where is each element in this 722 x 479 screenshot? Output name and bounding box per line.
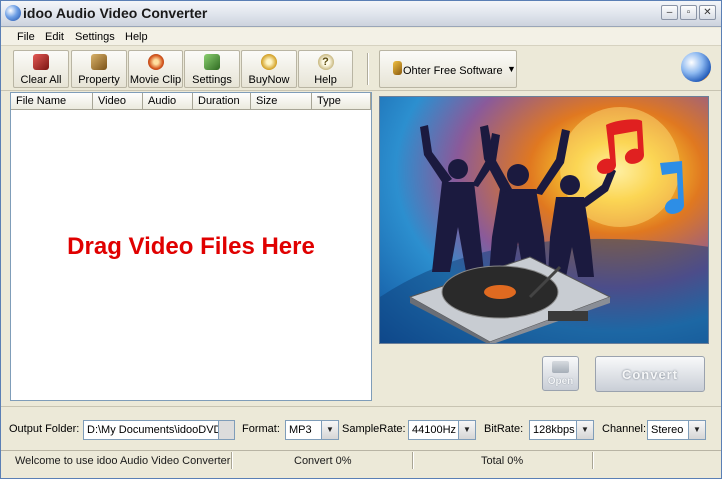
movie-clip-icon xyxy=(147,54,164,70)
channel-select[interactable]: Stereo xyxy=(647,420,689,440)
property-icon xyxy=(91,54,107,70)
bitrate-label: BitRate: xyxy=(484,423,524,435)
status-divider xyxy=(592,452,594,469)
menu-settings[interactable]: Settings xyxy=(75,31,115,43)
status-total-progress: Total 0% xyxy=(481,455,524,467)
title-bar: idoo Audio Video Converter – ▫ ✕ xyxy=(1,1,721,27)
channel-dropdown-button[interactable]: ▼ xyxy=(689,420,706,440)
movie-clip-button[interactable]: Movie Clip xyxy=(128,50,183,88)
maximize-button[interactable]: ▫ xyxy=(680,5,697,20)
format-label: Format: xyxy=(242,423,280,435)
convert-button[interactable]: Convert xyxy=(595,356,705,392)
column-size[interactable]: Size xyxy=(251,93,312,110)
format-select[interactable]: MP3 xyxy=(285,420,322,440)
chevron-down-icon: ▼ xyxy=(507,64,516,74)
output-settings-bar: Output Folder: D:\My Documents\idooDVD\ … xyxy=(1,406,721,448)
status-divider xyxy=(412,452,414,469)
settings-label: Settings xyxy=(192,74,232,86)
other-free-software-label: Ohter Free Software xyxy=(403,65,503,77)
app-logo-icon xyxy=(5,5,21,21)
file-list[interactable]: File Name Video Audio Duration Size Type… xyxy=(10,92,372,401)
open-button[interactable]: Open xyxy=(542,356,579,391)
help-icon: ? xyxy=(317,54,334,70)
samplerate-label: SampleRate: xyxy=(342,423,406,435)
open-label: Open xyxy=(547,376,574,387)
file-list-header: File Name Video Audio Duration Size Type xyxy=(11,93,371,110)
samplerate-dropdown-button[interactable]: ▼ xyxy=(459,420,476,440)
preview-image xyxy=(379,96,709,344)
column-duration[interactable]: Duration xyxy=(193,93,251,110)
column-file-name[interactable]: File Name xyxy=(11,93,93,110)
bitrate-select[interactable]: 128kbps xyxy=(529,420,577,440)
browse-folder-button[interactable] xyxy=(219,420,235,440)
brand-logo-icon[interactable] xyxy=(681,52,711,82)
clear-all-icon xyxy=(33,54,49,70)
property-button[interactable]: Property xyxy=(71,50,127,88)
convert-label: Convert xyxy=(621,367,679,382)
software-box-icon xyxy=(393,61,402,75)
clear-all-label: Clear All xyxy=(20,74,62,86)
help-label: Help xyxy=(314,74,337,86)
output-folder-field[interactable]: D:\My Documents\idooDVD\ xyxy=(83,420,219,440)
window-title: idoo Audio Video Converter xyxy=(23,5,208,21)
format-dropdown-button[interactable]: ▼ xyxy=(322,420,339,440)
status-welcome: Welcome to use idoo Audio Video Converte… xyxy=(15,455,231,467)
status-convert-progress: Convert 0% xyxy=(294,455,352,467)
buy-now-label: BuyNow xyxy=(248,74,290,86)
column-audio[interactable]: Audio xyxy=(143,93,193,110)
menu-help[interactable]: Help xyxy=(125,31,148,43)
toolbar: Clear All Property Movie Clip Settings B… xyxy=(1,47,721,91)
buy-now-icon xyxy=(261,54,277,70)
settings-icon xyxy=(204,54,220,70)
channel-label: Channel: xyxy=(602,423,647,435)
minimize-button[interactable]: – xyxy=(661,5,678,20)
settings-button[interactable]: Settings xyxy=(184,50,240,88)
status-bar: Welcome to use idoo Audio Video Converte… xyxy=(1,450,721,478)
help-button[interactable]: ? Help xyxy=(298,50,353,88)
toolbar-separator xyxy=(367,53,369,85)
property-label: Property xyxy=(78,74,120,86)
bitrate-dropdown-button[interactable]: ▼ xyxy=(577,420,594,440)
dj-party-illustration xyxy=(380,107,708,343)
column-type[interactable]: Type xyxy=(312,93,371,110)
menu-edit[interactable]: Edit xyxy=(45,31,64,43)
menu-file[interactable]: File xyxy=(17,31,35,43)
column-video[interactable]: Video xyxy=(93,93,143,110)
buy-now-button[interactable]: BuyNow xyxy=(241,50,297,88)
output-folder-label: Output Folder: xyxy=(9,423,80,435)
clear-all-button[interactable]: Clear All xyxy=(13,50,69,88)
menu-bar: File Edit Settings Help xyxy=(1,28,721,46)
drag-files-hint: Drag Video Files Here xyxy=(67,233,315,260)
other-free-software-dropdown[interactable]: Ohter Free Software ▼ xyxy=(379,50,517,88)
samplerate-select[interactable]: 44100Hz xyxy=(408,420,459,440)
movie-clip-label: Movie Clip xyxy=(129,74,182,86)
close-button[interactable]: ✕ xyxy=(699,5,716,20)
status-divider xyxy=(231,452,233,469)
app-window: idoo Audio Video Converter – ▫ ✕ File Ed… xyxy=(0,0,722,479)
folder-icon xyxy=(552,361,569,373)
